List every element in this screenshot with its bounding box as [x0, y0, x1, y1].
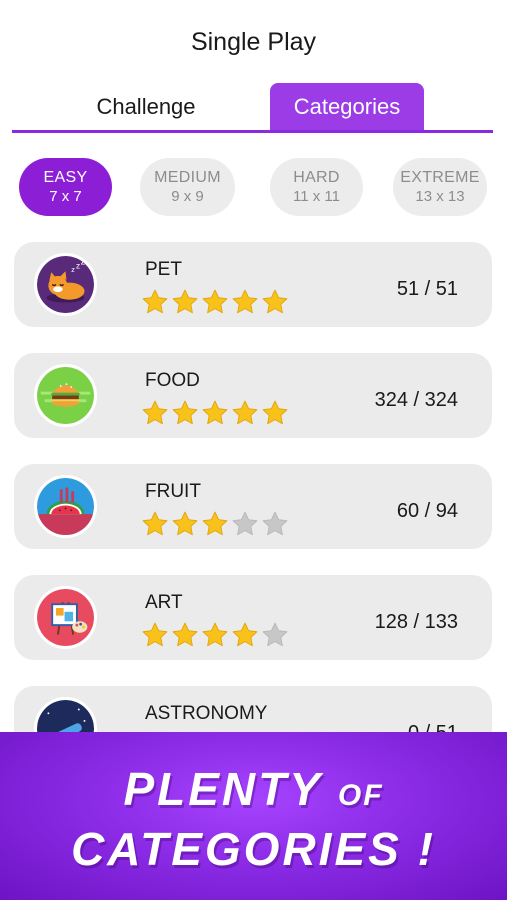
puzzle-progress: 128 / 133 — [374, 611, 458, 633]
easel-icon — [34, 586, 97, 649]
star-filled-icon — [142, 289, 168, 314]
burger-icon — [34, 364, 97, 427]
difficulty-label: HARD — [293, 169, 340, 187]
category-name: FOOD — [145, 370, 200, 391]
grid-size-label: 9 x 9 — [171, 187, 204, 205]
star-filled-icon — [232, 622, 258, 647]
difficulty-label: MEDIUM — [154, 169, 221, 187]
category-card-pet[interactable]: z z z PET 51 / 51 — [14, 242, 492, 327]
star-rating — [141, 621, 289, 649]
banner-line-2: CATEGORIES ! — [71, 823, 436, 875]
star-filled-icon — [202, 622, 228, 647]
puzzle-progress: 324 / 324 — [374, 389, 458, 411]
difficulty-selector: EASY 7 x 7 MEDIUM 9 x 9 HARD 11 x 11 EXT… — [0, 158, 507, 216]
difficulty-label: EXTREME — [400, 169, 480, 187]
star-filled-icon — [202, 289, 228, 314]
star-filled-icon — [172, 289, 198, 314]
star-rating — [141, 288, 289, 316]
star-filled-icon — [172, 622, 198, 647]
star-filled-icon — [172, 400, 198, 425]
star-rating — [141, 399, 289, 427]
banner-word-of: OF — [337, 779, 384, 812]
category-name: FRUIT — [145, 481, 201, 502]
category-card-fruit[interactable]: FRUIT 60 / 94 — [14, 464, 492, 549]
mode-tabs: Challenge Categories — [12, 83, 493, 133]
star-filled-icon — [232, 400, 258, 425]
star-filled-icon — [142, 400, 168, 425]
category-card-art[interactable]: ART 128 / 133 — [14, 575, 492, 660]
category-card-food[interactable]: FOOD 324 / 324 — [14, 353, 492, 438]
category-list[interactable]: z z z PET 51 / 51 FOOD 324 / 324 FRUIT 6… — [14, 242, 492, 732]
category-card-astronomy[interactable]: ASTRONOMY 0 / 51 — [14, 686, 492, 732]
category-name: PET — [145, 259, 182, 280]
difficulty-medium-button[interactable]: MEDIUM 9 x 9 — [140, 158, 235, 216]
tab-challenge[interactable]: Challenge — [56, 83, 236, 130]
telescope-icon — [34, 697, 97, 732]
puzzle-progress: 0 / 51 — [408, 722, 458, 732]
banner-word-plenty: PLENTY — [123, 763, 323, 815]
cat-icon: z z z — [34, 253, 97, 316]
puzzle-progress: 51 / 51 — [396, 278, 458, 300]
difficulty-easy-button[interactable]: EASY 7 x 7 — [19, 158, 112, 216]
grid-size-label: 7 x 7 — [49, 187, 82, 205]
star-empty-icon — [262, 622, 288, 647]
star-filled-icon — [142, 511, 168, 536]
star-empty-icon — [232, 511, 258, 536]
star-filled-icon — [202, 400, 228, 425]
difficulty-extreme-button[interactable]: EXTREME 13 x 13 — [393, 158, 487, 216]
page-title: Single Play — [190, 28, 317, 56]
svg-text:z: z — [71, 266, 75, 274]
difficulty-label: EASY — [43, 169, 88, 187]
svg-text:z: z — [76, 261, 80, 270]
star-filled-icon — [232, 289, 258, 314]
star-filled-icon — [202, 511, 228, 536]
category-name: ASTRONOMY — [145, 703, 268, 724]
star-empty-icon — [262, 511, 288, 536]
promo-banner: PLENTY OF CATEGORIES ! — [0, 732, 507, 900]
star-filled-icon — [172, 511, 198, 536]
category-name: ART — [145, 592, 183, 613]
star-filled-icon — [262, 289, 288, 314]
star-filled-icon — [142, 622, 168, 647]
difficulty-hard-button[interactable]: HARD 11 x 11 — [270, 158, 363, 216]
puzzle-progress: 60 / 94 — [396, 500, 458, 522]
grid-size-label: 11 x 11 — [293, 187, 340, 205]
svg-text:z: z — [81, 258, 86, 268]
watermelon-icon — [34, 475, 97, 538]
star-rating — [141, 510, 289, 538]
star-filled-icon — [262, 400, 288, 425]
tab-categories[interactable]: Categories — [270, 83, 424, 130]
banner-line-1: PLENTY OF — [0, 762, 507, 816]
grid-size-label: 13 x 13 — [415, 187, 465, 205]
